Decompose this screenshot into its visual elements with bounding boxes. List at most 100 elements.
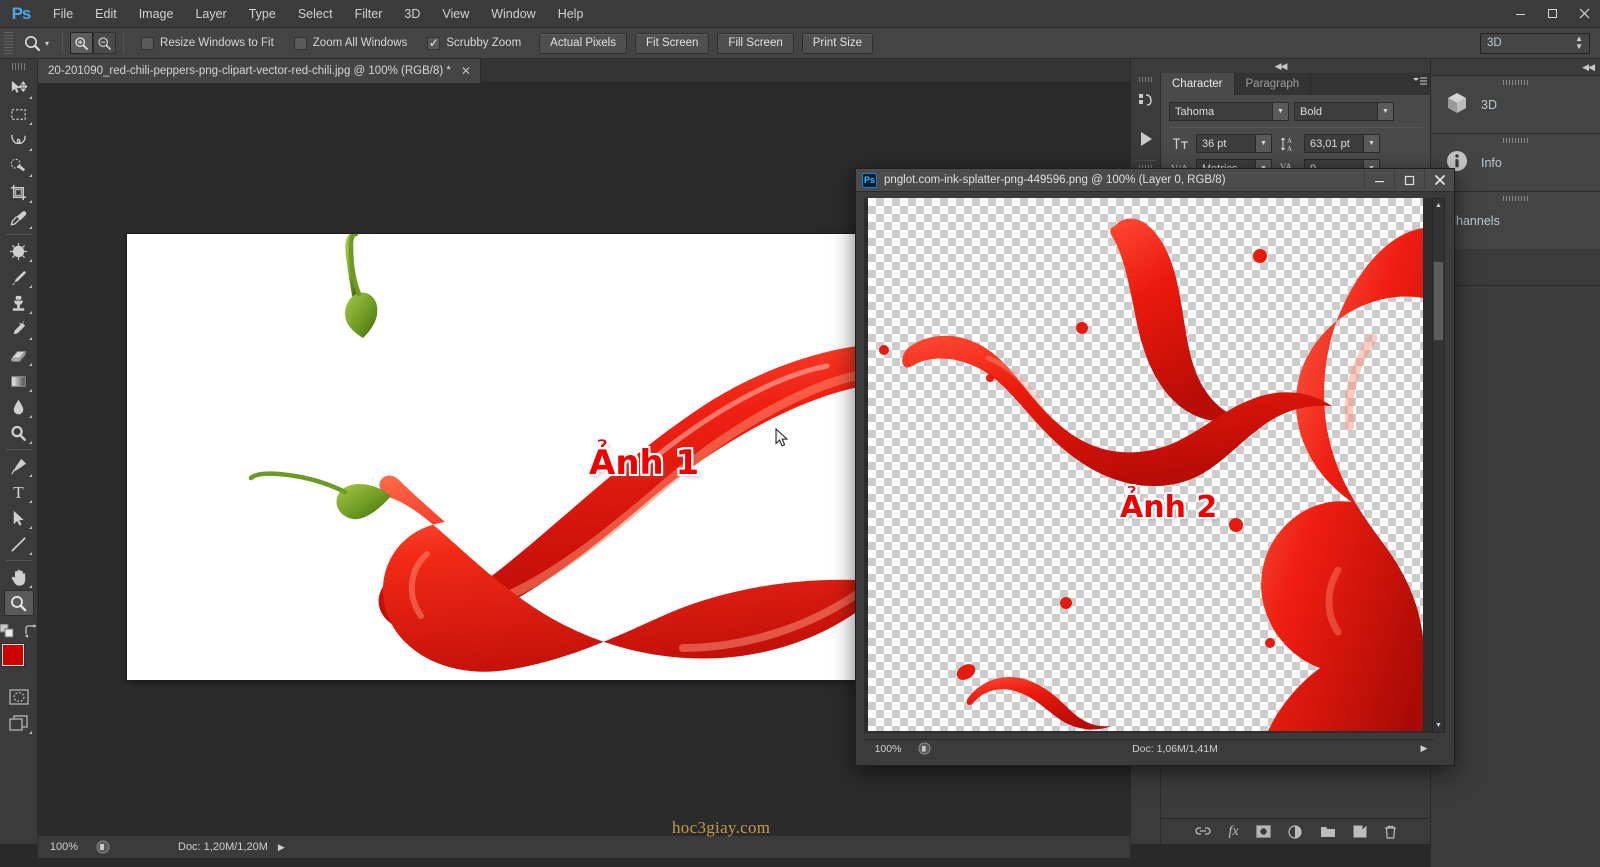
layer-style-fx-icon[interactable]: fx [1228,824,1238,840]
menu-file[interactable]: File [42,1,84,27]
panel-info[interactable]: Info [1431,133,1600,191]
scroll-up-arrow-icon[interactable]: ▲ [1433,199,1444,212]
status-proxy-icon[interactable] [90,840,116,854]
resize-windows-to-fit-checkbox[interactable] [141,36,155,50]
panel-channels[interactable]: Channels [1431,191,1600,249]
floating-status-proxy-icon[interactable] [912,742,936,755]
floating-window-title-bar[interactable]: Ps pnglot.com-ink-splatter-png-449596.pn… [856,168,1454,192]
adjustment-layer-icon[interactable] [1287,824,1303,839]
rectangular-marquee-tool[interactable] [4,101,34,127]
font-style-field[interactable]: Bold ▼ [1294,102,1394,121]
font-style-chevron-icon[interactable]: ▼ [1377,103,1393,120]
menu-3d[interactable]: 3D [393,1,431,27]
minimize-button[interactable] [1504,0,1536,28]
menu-window[interactable]: Window [480,1,546,27]
zoom-all-windows-option[interactable]: Zoom All Windows [293,36,407,50]
screen-mode-button[interactable] [4,710,34,736]
color-swatches[interactable] [0,643,37,679]
text-layer-anh2[interactable]: Ảnh 2 [1120,490,1217,525]
spot-healing-brush-tool[interactable] [4,238,34,264]
floating-maximize-button[interactable] [1394,168,1424,192]
menu-view[interactable]: View [431,1,480,27]
lasso-tool[interactable] [4,127,34,153]
font-size-chevron-icon[interactable]: ▼ [1255,135,1271,152]
eraser-tool[interactable] [4,342,34,368]
status-zoom-level[interactable]: 100% [38,841,90,853]
leading-chevron-icon[interactable]: ▼ [1363,135,1379,152]
floating-minimize-button[interactable] [1364,168,1394,192]
floating-status-menu-arrow-icon[interactable]: ▶ [1414,743,1434,754]
status-menu-arrow-icon[interactable]: ▶ [278,842,285,853]
layer-mask-icon[interactable] [1255,825,1271,838]
menu-image[interactable]: Image [128,1,185,27]
move-tool[interactable] [4,75,34,101]
workspace-selector[interactable]: 3D ▲ ▼ [1480,32,1590,54]
eyedropper-tool[interactable] [4,205,34,231]
dodge-tool[interactable] [4,420,34,446]
zoom-out-button[interactable] [93,32,117,54]
menu-help[interactable]: Help [547,1,595,27]
zoom-tool[interactable] [3,590,34,616]
brush-tool[interactable] [4,264,34,290]
panel-grip[interactable] [1502,80,1529,85]
fill-screen-button[interactable]: Fill Screen [717,32,794,54]
floating-document-canvas[interactable]: Ảnh 2 [868,198,1423,731]
text-layer-anh1[interactable]: Ảnh 1 [589,443,699,483]
close-button[interactable] [1568,0,1600,28]
actual-pixels-button[interactable]: Actual Pixels [539,32,627,54]
document-tab-close-icon[interactable]: ✕ [461,64,471,78]
foreground-color-swatch[interactable] [0,643,25,667]
document-tab[interactable]: 20-201090_red-chili-peppers-png-clipart-… [38,59,481,83]
current-tool-preview[interactable]: ▾ [17,34,55,53]
gradient-tool[interactable] [4,368,34,394]
font-size-field[interactable]: 36 pt ▼ [1196,134,1272,153]
floating-document-window[interactable]: Ps pnglot.com-ink-splatter-png-449596.pn… [855,168,1455,766]
panel-menu-icon[interactable] [1413,76,1427,90]
floating-close-button[interactable] [1424,168,1454,192]
hand-tool[interactable] [4,564,34,590]
quick-mask-button[interactable] [4,684,34,710]
zoom-in-button[interactable] [70,32,94,54]
delete-layer-icon[interactable] [1384,825,1397,839]
crop-tool[interactable] [4,179,34,205]
panel-grip[interactable] [1502,138,1529,143]
horizontal-type-tool[interactable]: T [4,479,34,505]
swap-colors-icon[interactable] [24,624,38,638]
default-colors-icon[interactable] [0,624,16,638]
line-tool[interactable] [4,531,34,557]
floating-status-zoom[interactable]: 100% [864,743,912,755]
document-canvas[interactable]: Ảnh 1 [127,234,893,680]
scrubby-zoom-option[interactable]: Scrubby Zoom [427,36,521,50]
right-dock-collapse-button[interactable]: ◀◀ [1431,59,1600,75]
menu-layer[interactable]: Layer [184,1,237,27]
maximize-button[interactable] [1536,0,1568,28]
menu-filter[interactable]: Filter [344,1,394,27]
new-group-icon[interactable] [1320,825,1336,838]
clone-stamp-tool[interactable] [4,290,34,316]
link-layers-icon[interactable] [1195,825,1212,838]
tab-character[interactable]: Character [1161,73,1235,95]
rail-item-adjustments[interactable] [1131,82,1161,120]
font-family-chevron-icon[interactable]: ▼ [1272,103,1288,120]
print-size-button[interactable]: Print Size [801,32,873,54]
path-selection-tool[interactable] [4,505,34,531]
tools-panel-grip[interactable] [12,63,25,70]
new-layer-icon[interactable] [1353,825,1367,838]
scrubby-zoom-checkbox[interactable] [427,36,441,50]
panel-grip[interactable] [1502,196,1529,201]
menu-edit[interactable]: Edit [84,1,128,27]
tool-preset-chevron-icon[interactable]: ▾ [45,39,49,48]
blur-tool[interactable] [4,394,34,420]
rail-item-actions[interactable] [1131,120,1161,158]
tab-paragraph[interactable]: Paragraph [1234,73,1312,95]
zoom-all-windows-checkbox[interactable] [293,36,307,50]
pen-tool[interactable] [4,453,34,479]
workspace-spinner-icon[interactable]: ▲ ▼ [1575,35,1583,51]
font-family-field[interactable]: Tahoma ▼ [1169,102,1289,121]
resize-windows-to-fit-option[interactable]: Resize Windows to Fit [141,36,274,50]
scrollbar-thumb[interactable] [1433,261,1444,341]
panel-3d[interactable]: 3D [1431,75,1600,133]
options-bar-grip[interactable] [4,32,13,54]
floating-window-vertical-scrollbar[interactable]: ▲ ▼ [1432,198,1445,733]
menu-type[interactable]: Type [238,1,287,27]
